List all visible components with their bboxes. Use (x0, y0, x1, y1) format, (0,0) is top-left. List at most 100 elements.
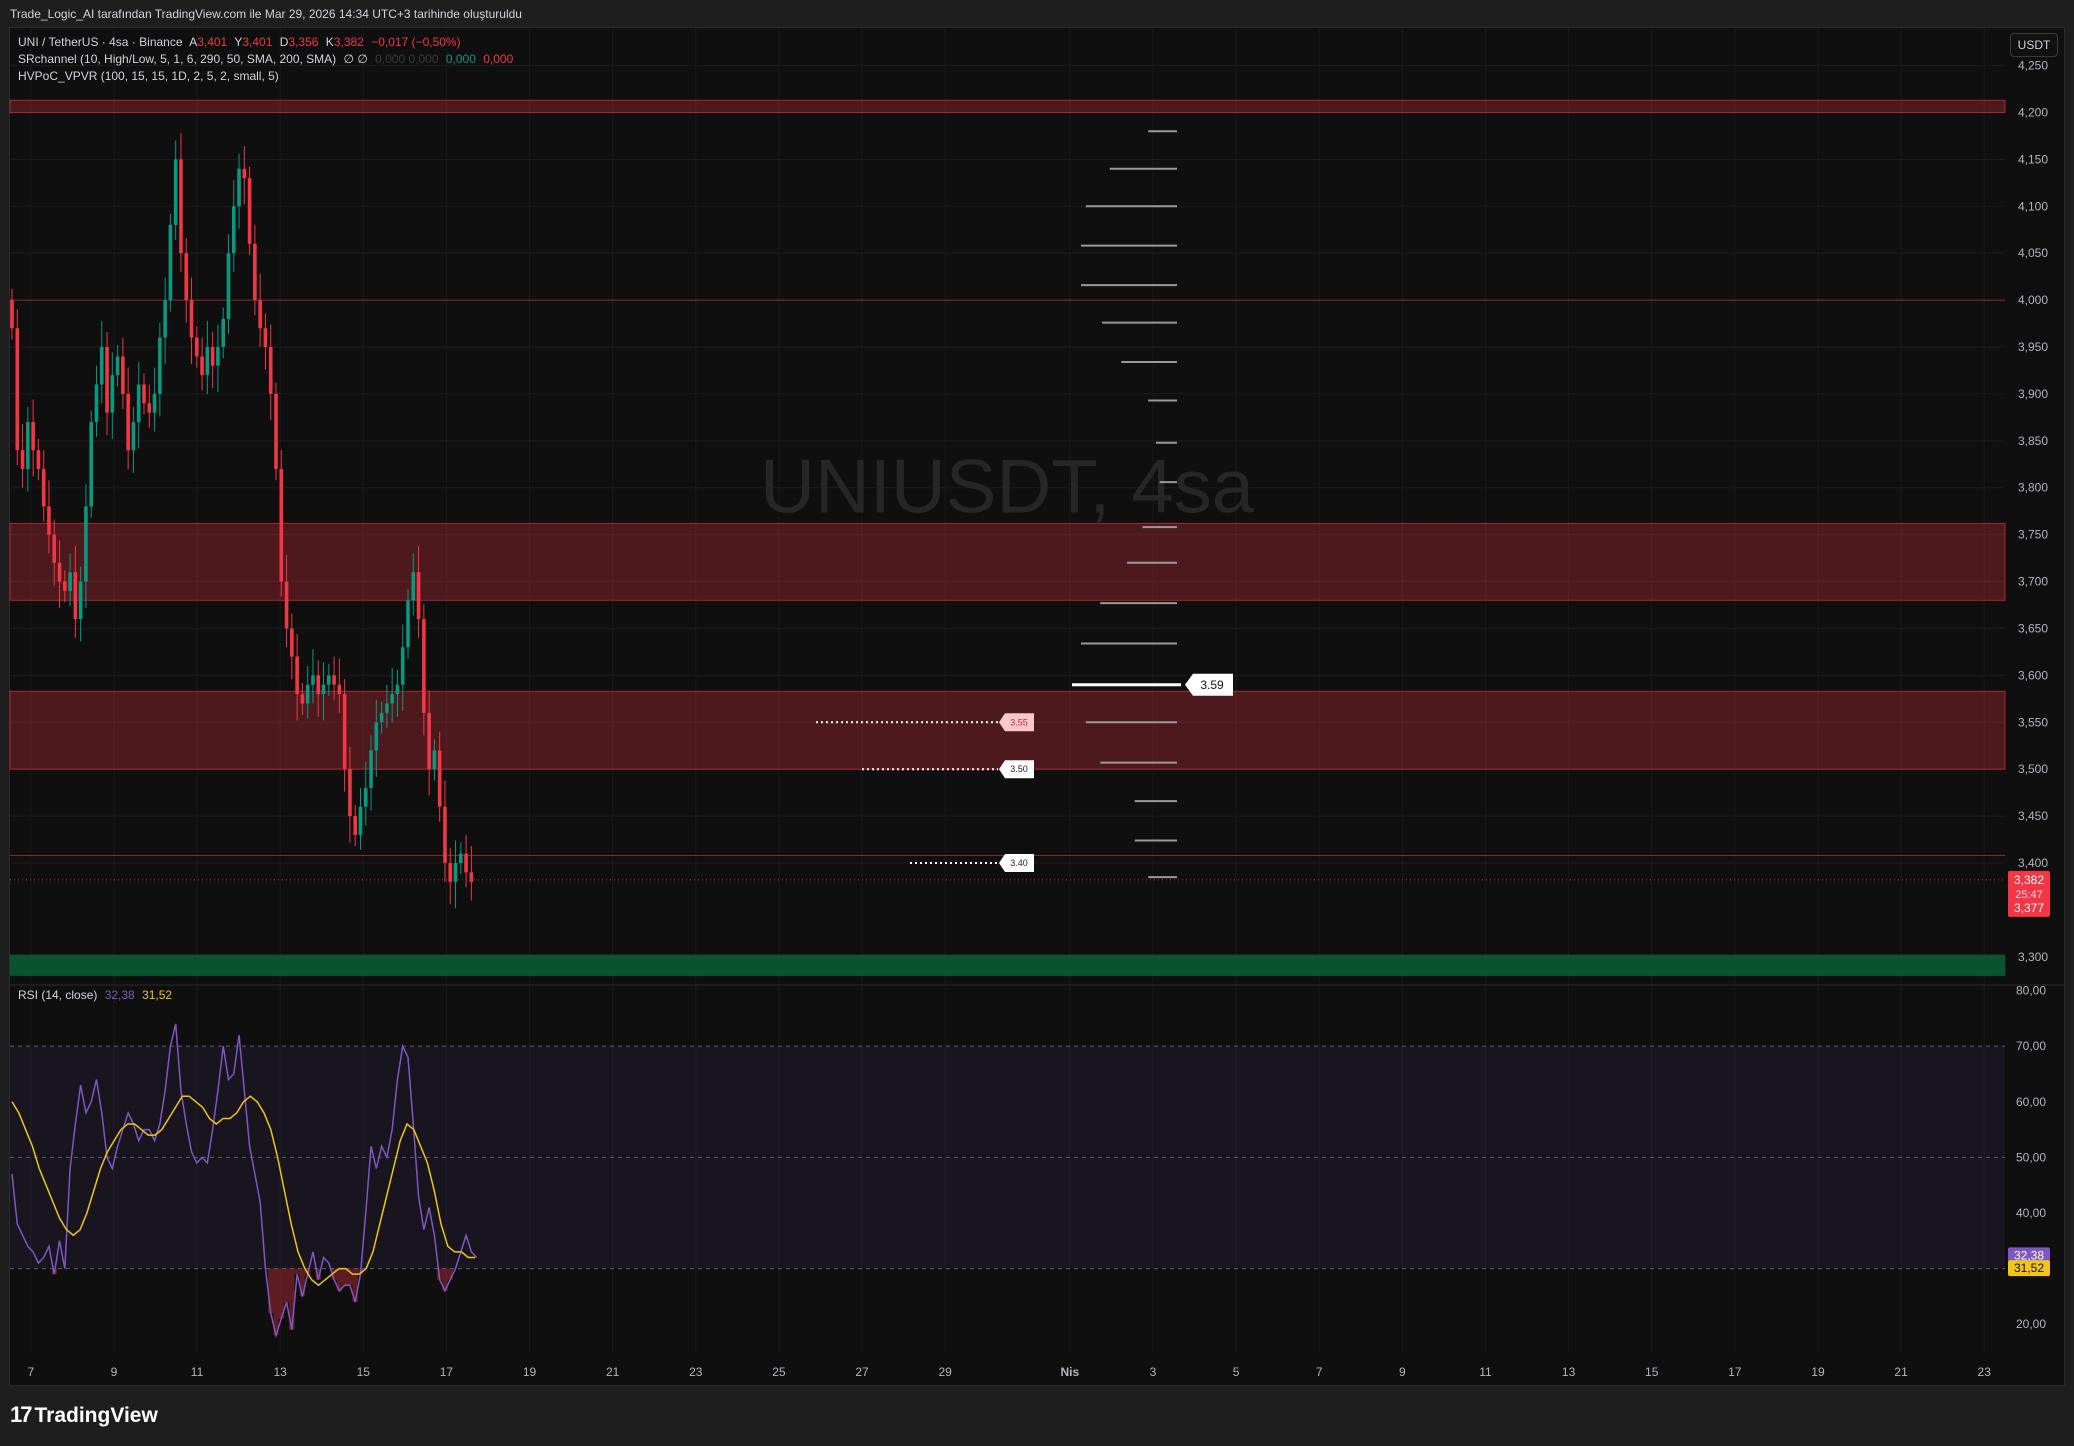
resistance-zone (9, 522, 2006, 601)
price-axis-label: 4,050 (2018, 246, 2048, 260)
rsi-axis-label: 20,00 (2016, 1317, 2046, 1331)
price-axis-label: 3,650 (2018, 621, 2048, 635)
candle-body (395, 684, 400, 695)
candle-body (242, 168, 247, 179)
candle-body (10, 300, 14, 329)
candle-body (422, 619, 426, 713)
price-axis-label: 4,250 (2018, 59, 2048, 73)
rsi-ma-value: 31,52 (142, 988, 173, 1002)
candle-body (84, 506, 88, 582)
srchannel-legend: SRchannel (10, High/Low, 5, 1, 6, 290, 5… (18, 52, 517, 66)
candle-body (379, 712, 384, 723)
candle-body (369, 750, 373, 788)
price-tag-label: 3.50 (1010, 764, 1028, 774)
candle-body (268, 347, 273, 394)
candle-body (105, 347, 109, 413)
srchannel-title[interactable]: SRchannel (10, High/Low, 5, 1, 6, 290, 5… (18, 52, 336, 66)
candle-body (290, 628, 294, 657)
candle-body (126, 393, 130, 451)
time-axis-label: 9 (1399, 1365, 1406, 1379)
candle-body (448, 863, 453, 882)
price-axis-label: 4,100 (2018, 199, 2048, 213)
candle-body (173, 159, 178, 226)
rsi-axis-label: 50,00 (2016, 1150, 2046, 1164)
price-tag-label: 3.55 (1010, 717, 1028, 727)
time-axis-label: 27 (855, 1365, 869, 1379)
rsi-oversold-fill (51, 1268, 453, 1336)
time-axis-label: 17 (1728, 1365, 1742, 1379)
rsi-title[interactable]: RSI (14, close) (18, 988, 97, 1002)
tradingview-brand[interactable]: 17 TradingView (10, 1402, 158, 1428)
candle-body (353, 816, 357, 835)
candle-body (332, 675, 336, 685)
candle-body (300, 694, 305, 704)
price-axis-label: 3,400 (2018, 856, 2048, 870)
candle-body (321, 684, 326, 695)
candle-body (437, 750, 442, 807)
candle-body (400, 647, 405, 685)
candle-body (337, 684, 342, 695)
price-axis-label: 3,950 (2018, 340, 2048, 354)
candle-body (274, 393, 278, 469)
candle-body (15, 328, 20, 451)
candle-body (115, 356, 120, 376)
srchannel-value-2: 0,000 (483, 52, 514, 66)
candle-body (432, 750, 437, 770)
currency-button[interactable]: USDT (2010, 33, 2058, 57)
time-axis-label: Nis (1061, 1365, 1080, 1379)
candle-body (284, 581, 289, 629)
candle-body (443, 806, 447, 864)
symbol-legend: UNI / TetherUS · 4sa · Binance A3,401 Y3… (18, 35, 465, 49)
candle-body (89, 422, 93, 507)
candle-body (385, 703, 389, 713)
candle-body (348, 769, 352, 817)
srchannel-value-1: 0,000 (445, 52, 476, 66)
time-axis-label: 13 (1562, 1365, 1576, 1379)
price-axis-label: 4,000 (2018, 293, 2048, 307)
candle-body (327, 675, 331, 685)
last-low-label: 3,377 (2014, 901, 2044, 915)
candle-body (63, 581, 67, 591)
candle-body (26, 422, 30, 469)
time-axis-label: 9 (111, 1365, 118, 1379)
candle-body (158, 337, 162, 394)
price-axis-label: 3,850 (2018, 434, 2048, 448)
candle-body (459, 853, 463, 864)
candle-body (295, 656, 299, 695)
candle-body (226, 253, 231, 319)
price-tag-label: 3.40 (1010, 858, 1028, 868)
candle-body (184, 253, 189, 301)
time-axis-label: 21 (606, 1365, 620, 1379)
time-axis-label: 15 (1645, 1365, 1659, 1379)
chart-canvas[interactable]: UNIUSDT, 4sa 3.59 3.55 3.50 3.40 4,250 4,200 4,… (0, 0, 2074, 1446)
candle-body (147, 403, 152, 413)
hvpoc-title[interactable]: HVPoC_VPVR (100, 15, 15, 1D, 2, 5, 2, sm… (18, 69, 279, 83)
srchannel-dim-values: 0,000 0,000 (375, 52, 439, 66)
time-axis-label: 11 (191, 1365, 204, 1379)
rsi-axis-label: 70,00 (2016, 1039, 2046, 1053)
candle-body (411, 572, 416, 601)
change-value: −0,017 (−0,50%) (371, 35, 461, 49)
candle-body (263, 328, 268, 347)
candle-body (189, 300, 194, 338)
candle-body (416, 572, 421, 620)
candle-body (163, 300, 167, 338)
price-axis-label: 3,500 (2018, 762, 2048, 776)
rsi-axis-label: 40,00 (2016, 1206, 2046, 1220)
last-price-label: 3,382 (2014, 873, 2044, 887)
candle-body (136, 384, 141, 423)
symbol-name[interactable]: UNI / TetherUS · 4sa · Binance (18, 35, 183, 49)
visibility-icon: ∅ ∅ (343, 52, 368, 66)
time-axis-label: 19 (1811, 1365, 1825, 1379)
price-axis-label: 3,450 (2018, 809, 2048, 823)
support-zone (9, 954, 2006, 977)
candle-body (464, 853, 468, 873)
time-axis-label: 25 (772, 1365, 786, 1379)
candle-body (363, 787, 368, 807)
time-axis-label: 17 (440, 1365, 454, 1379)
candle-body (237, 168, 241, 207)
candle-body (453, 863, 458, 882)
open-label: A (189, 35, 198, 49)
price-axis-label: 4,200 (2018, 105, 2048, 119)
candle-body (358, 806, 363, 835)
